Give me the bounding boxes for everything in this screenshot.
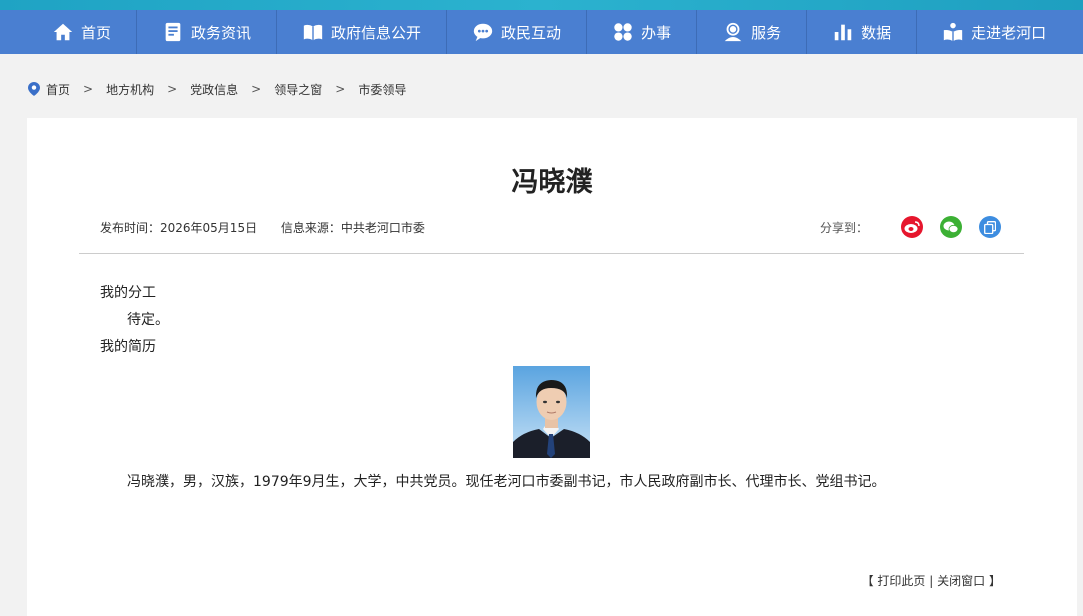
section-heading-duties: 我的分工 bbox=[100, 285, 156, 301]
nav-label: 数据 bbox=[861, 23, 892, 42]
biography-text: 冯晓濮，男，汉族，1979年9月生，大学，中共党员。现任老河口市委副书记，市人民… bbox=[127, 474, 886, 490]
nav-home[interactable]: 首页 bbox=[27, 10, 138, 54]
nav-service[interactable]: 服务 bbox=[697, 10, 808, 54]
article-panel: 冯晓濮 发布时间：2026年05月15日 信息来源：中共老河口市委 分享到： 我… bbox=[27, 118, 1077, 616]
publish-time: 发布时间：2026年05月15日 bbox=[100, 221, 258, 235]
bar-chart-icon bbox=[832, 21, 854, 43]
breadcrumb-party-info[interactable]: 党政信息 bbox=[190, 81, 238, 98]
nav-label: 政民互动 bbox=[501, 23, 562, 42]
divider bbox=[79, 253, 1024, 254]
page-title: 冯晓濮 bbox=[511, 167, 593, 198]
duties-text: 待定。 bbox=[127, 312, 169, 328]
breadcrumb: 首页 > 地方机构 > 党政信息 > 领导之窗 > 市委领导 bbox=[0, 54, 1083, 124]
location-pin-icon bbox=[28, 82, 40, 96]
nav-news[interactable]: 政务资讯 bbox=[137, 10, 278, 54]
home-icon bbox=[52, 21, 74, 43]
open-book-icon bbox=[302, 21, 324, 43]
copy-icon bbox=[984, 220, 996, 234]
article-meta: 发布时间：2026年05月15日 信息来源：中共老河口市委 bbox=[100, 219, 445, 236]
weibo-share-button[interactable] bbox=[901, 216, 923, 238]
wechat-icon bbox=[943, 221, 959, 234]
reading-person-icon bbox=[942, 21, 964, 43]
share-bar: 分享到： bbox=[820, 216, 1001, 238]
breadcrumb-separator: > bbox=[335, 82, 346, 96]
news-icon bbox=[162, 21, 184, 43]
action-divider: | bbox=[929, 574, 934, 588]
nav-open-info[interactable]: 政府信息公开 bbox=[277, 10, 448, 54]
bracket-close: 】 bbox=[988, 574, 1001, 588]
nav-label: 办事 bbox=[641, 23, 672, 42]
nav-label: 走进老河口 bbox=[971, 23, 1047, 42]
weibo-icon bbox=[904, 221, 920, 233]
page-actions: 【 打印此页 | 关闭窗口 】 bbox=[862, 572, 1001, 589]
nav-about-city[interactable]: 走进老河口 bbox=[917, 10, 1071, 54]
breadcrumb-local-agencies[interactable]: 地方机构 bbox=[106, 81, 154, 98]
breadcrumb-separator: > bbox=[167, 82, 178, 96]
nav-interaction[interactable]: 政民互动 bbox=[447, 10, 588, 54]
top-banner-strip bbox=[0, 0, 1083, 10]
grid-icon bbox=[612, 21, 634, 43]
nav-label: 政务资讯 bbox=[191, 23, 252, 42]
breadcrumb-leaders[interactable]: 领导之窗 bbox=[274, 81, 322, 98]
chat-icon bbox=[472, 21, 494, 43]
print-page-link[interactable]: 打印此页 bbox=[877, 574, 925, 588]
breadcrumb-home[interactable]: 首页 bbox=[46, 81, 70, 98]
leader-portrait bbox=[513, 366, 590, 458]
share-label: 分享到： bbox=[819, 220, 868, 235]
section-heading-resume: 我的简历 bbox=[100, 339, 156, 355]
wechat-share-button[interactable] bbox=[940, 216, 962, 238]
close-window-link[interactable]: 关闭窗口 bbox=[937, 574, 985, 588]
nav-label: 政府信息公开 bbox=[331, 23, 422, 42]
main-nav: 首页 政务资讯 政府信息公开 政民互动 办事 服务 数据 走进老河口 bbox=[0, 10, 1083, 54]
breadcrumb-city-committee[interactable]: 市委领导 bbox=[358, 81, 406, 98]
bracket-open: 【 bbox=[861, 574, 874, 588]
info-source: 信息来源：中共老河口市委 bbox=[280, 221, 425, 235]
breadcrumb-separator: > bbox=[251, 82, 262, 96]
breadcrumb-separator: > bbox=[83, 82, 94, 96]
nav-label: 首页 bbox=[81, 23, 112, 42]
nav-services-affairs[interactable]: 办事 bbox=[587, 10, 698, 54]
copy-link-button[interactable] bbox=[979, 216, 1001, 238]
service-person-icon bbox=[722, 21, 744, 43]
nav-label: 服务 bbox=[751, 23, 782, 42]
nav-data[interactable]: 数据 bbox=[807, 10, 918, 54]
